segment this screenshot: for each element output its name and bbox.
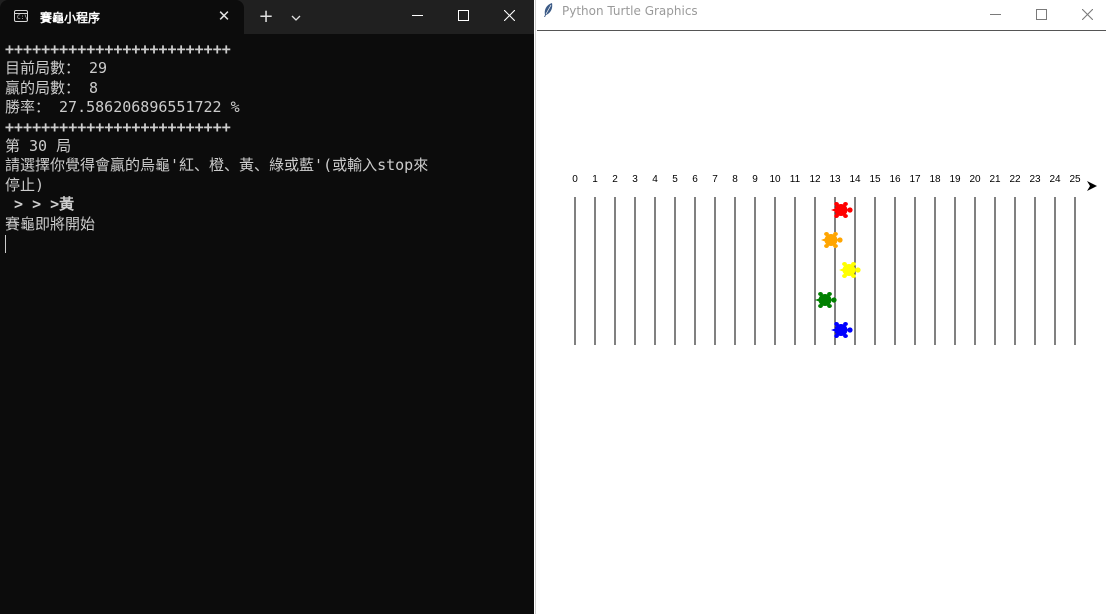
tick-label: 5 bbox=[672, 174, 678, 185]
orange-turtle bbox=[821, 232, 843, 248]
terminal-titlebar: C:\ 賽龜小程序 ✕ + bbox=[0, 0, 534, 34]
tick-label: 15 bbox=[869, 174, 881, 185]
feather-icon bbox=[544, 3, 553, 17]
rounds-won-line: 贏的局數： 8 bbox=[5, 78, 99, 97]
tab-dropdown-button[interactable] bbox=[286, 6, 306, 28]
minimize-icon bbox=[411, 14, 423, 16]
tick-label: 4 bbox=[652, 174, 658, 185]
win-rate-line: 勝率： 27.586206896551722 % bbox=[5, 98, 240, 117]
tick-label: 20 bbox=[969, 174, 981, 185]
tick-label: 8 bbox=[732, 174, 738, 185]
separator-line: +++++++++++++++++++++++++ bbox=[5, 40, 231, 58]
terminal-tab[interactable]: C:\ 賽龜小程序 ✕ bbox=[0, 0, 244, 34]
tick-label: 17 bbox=[909, 174, 921, 185]
tick-label: 1 bbox=[592, 174, 598, 185]
tick-label: 12 bbox=[809, 174, 821, 185]
tick-label: 14 bbox=[849, 174, 861, 185]
window-title: Python Turtle Graphics bbox=[562, 4, 698, 18]
user-input-line: > > >黃 bbox=[5, 195, 75, 214]
tick-label: 13 bbox=[829, 174, 841, 185]
terminal-output[interactable]: +++++++++++++++++++++++++ 目前局數： 29 贏的局數：… bbox=[5, 40, 525, 610]
tick-label: 19 bbox=[949, 174, 961, 185]
red-turtle bbox=[831, 202, 853, 218]
turtle-titlebar: Python Turtle Graphics bbox=[536, 0, 1106, 29]
maximize-icon bbox=[1035, 9, 1047, 20]
close-icon bbox=[503, 9, 515, 21]
yellow-turtle bbox=[839, 262, 861, 278]
turtle-graphics-window: Python Turtle Graphics 0 1 2 3 4 5 6 7 8 9 10 11 12 1… bbox=[535, 0, 1106, 615]
tick-label: 24 bbox=[1049, 174, 1061, 185]
race-track: 0 1 2 3 4 5 6 7 8 9 10 11 12 13 14 15 16 17 18 19 20 21 22 23 24… bbox=[572, 174, 1097, 345]
close-button[interactable] bbox=[1064, 0, 1106, 29]
terminal-window: C:\ 賽龜小程序 ✕ + +++++++++++++++++++++++++ … bbox=[0, 0, 534, 614]
terminal-tab-title: 賽龜小程序 bbox=[40, 11, 101, 25]
close-icon bbox=[1081, 9, 1093, 20]
separator-line: +++++++++++++++++++++++++ bbox=[5, 117, 231, 136]
tick-label: 2 bbox=[612, 174, 618, 185]
blue-turtle bbox=[831, 322, 853, 338]
tick-label: 16 bbox=[889, 174, 901, 185]
green-turtle bbox=[815, 292, 837, 308]
tab-close-button[interactable]: ✕ bbox=[214, 6, 234, 26]
tick-label: 23 bbox=[1029, 174, 1041, 185]
terminal-icon: C:\ bbox=[14, 10, 28, 22]
prompt-line: 請選擇你覺得會贏的烏龜'紅、橙、黃、綠或藍'(或輸入stop來 bbox=[5, 156, 429, 175]
tick-label: 22 bbox=[1009, 174, 1021, 185]
rounds-played-line: 目前局數： 29 bbox=[5, 59, 108, 78]
close-button[interactable] bbox=[486, 0, 532, 30]
tick-label: 3 bbox=[632, 174, 638, 185]
minimize-button[interactable] bbox=[394, 0, 440, 30]
chevron-down-icon bbox=[291, 15, 301, 21]
minimize-icon bbox=[989, 14, 1001, 15]
tick-label: 6 bbox=[692, 174, 698, 185]
tick-label: 21 bbox=[989, 174, 1001, 185]
tick-label: 18 bbox=[929, 174, 941, 185]
maximize-button[interactable] bbox=[1018, 0, 1064, 29]
text-cursor bbox=[5, 234, 6, 253]
tick-label: 0 bbox=[572, 174, 578, 185]
tick-label: 11 bbox=[790, 174, 801, 185]
maximize-icon bbox=[457, 9, 469, 21]
prompt-line-continued: 停止) bbox=[5, 175, 45, 194]
round-number-line: 第 30 局 bbox=[5, 136, 72, 155]
turtle-canvas[interactable]: 0 1 2 3 4 5 6 7 8 9 10 11 12 13 14 15 16 17 18 19 20 21 22 23 24… bbox=[537, 30, 1106, 615]
tick-label: 10 bbox=[769, 174, 781, 185]
tick-label: 9 bbox=[752, 174, 758, 185]
race-start-line: 賽龜即將開始 bbox=[5, 214, 96, 233]
arrow-icon bbox=[1087, 181, 1097, 191]
tick-label: 7 bbox=[712, 174, 718, 185]
maximize-button[interactable] bbox=[440, 0, 486, 30]
tick-label: 25 bbox=[1069, 174, 1081, 185]
minimize-button[interactable] bbox=[972, 0, 1018, 29]
new-tab-button[interactable]: + bbox=[256, 6, 276, 28]
